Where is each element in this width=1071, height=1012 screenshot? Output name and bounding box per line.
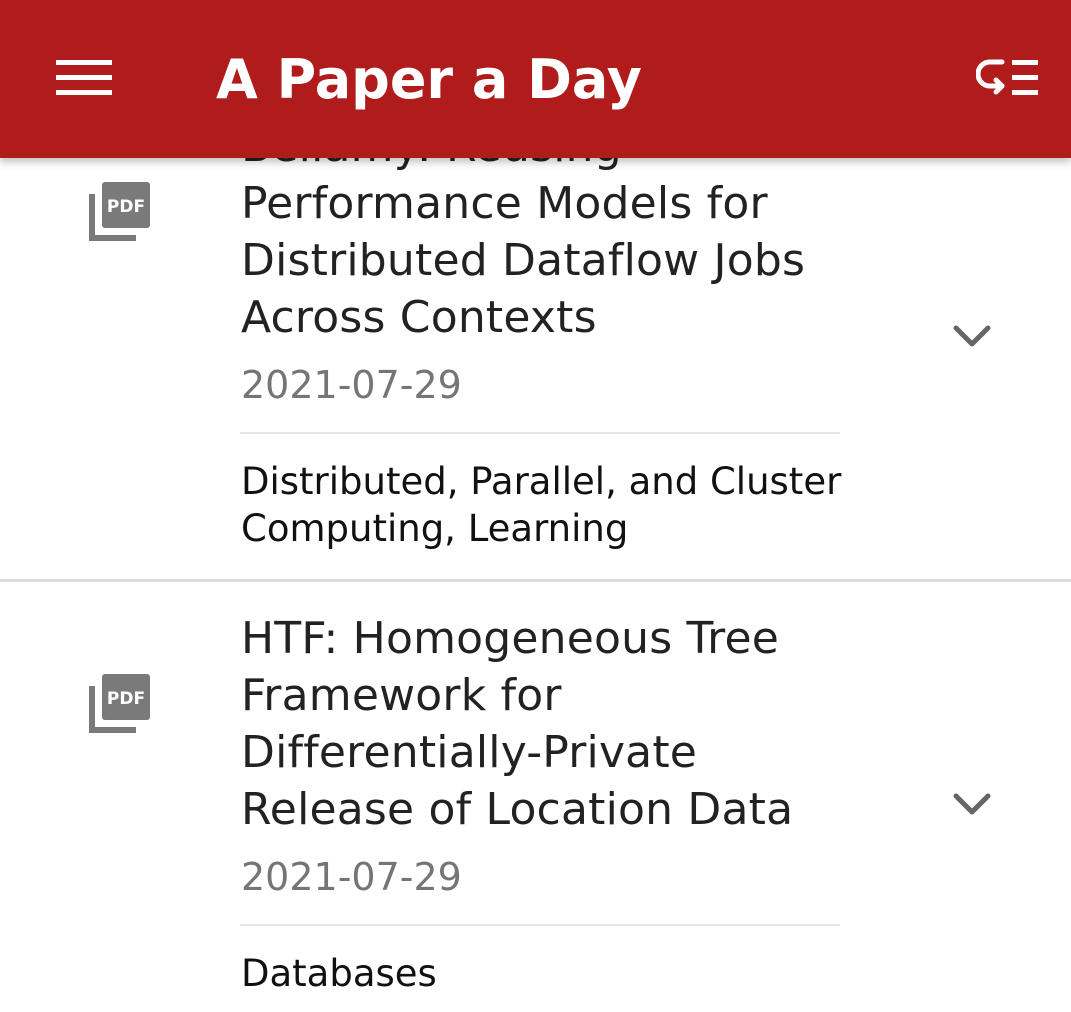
expand-button[interactable] <box>944 316 1000 356</box>
paper-title-line: Differentially-Private <box>241 727 698 778</box>
paper-title-line: Performance Models for <box>241 178 768 229</box>
category-line: Computing, Learning <box>241 507 629 550</box>
chevron-down-icon <box>953 325 991 347</box>
paper-title: HTF: Homogeneous Tree Framework for Diff… <box>241 610 881 838</box>
row-divider <box>0 579 1071 582</box>
hamburger-menu-icon <box>56 60 112 95</box>
paper-categories: Distributed, Parallel, and Cluster Compu… <box>241 458 901 552</box>
paper-title-line: Framework for <box>241 670 562 721</box>
svg-text:PDF: PDF <box>107 689 145 709</box>
pdf-icon[interactable]: PDF <box>88 672 152 736</box>
paper-date: 2021-07-29 <box>241 855 462 899</box>
category-line: Distributed, Parallel, and Cluster <box>241 460 842 503</box>
menu-button[interactable] <box>44 46 124 110</box>
paper-title-line: Across Contexts <box>241 292 597 343</box>
expand-button[interactable] <box>944 784 1000 824</box>
category-line: Databases <box>241 952 437 995</box>
sort-filter-icon <box>976 59 1038 95</box>
pdf-icon[interactable]: PDF <box>88 180 152 244</box>
app-title: A Paper a Day <box>216 48 642 111</box>
app-bar: A Paper a Day <box>0 0 1071 158</box>
chevron-down-icon <box>953 793 991 815</box>
svg-text:PDF: PDF <box>107 197 145 217</box>
paper-title-line: HTF: Homogeneous Tree <box>241 613 780 664</box>
divider <box>240 432 840 434</box>
app-screen: PDF Bellamy: Reusing Performance Models … <box>0 0 1071 1012</box>
paper-title-line: Distributed Dataflow Jobs <box>241 235 806 286</box>
divider <box>240 924 840 926</box>
paper-date: 2021-07-29 <box>241 363 462 407</box>
paper-categories: Databases <box>241 950 901 997</box>
paper-title-line: Release of Location Data <box>241 784 794 835</box>
filter-button[interactable] <box>968 46 1048 110</box>
